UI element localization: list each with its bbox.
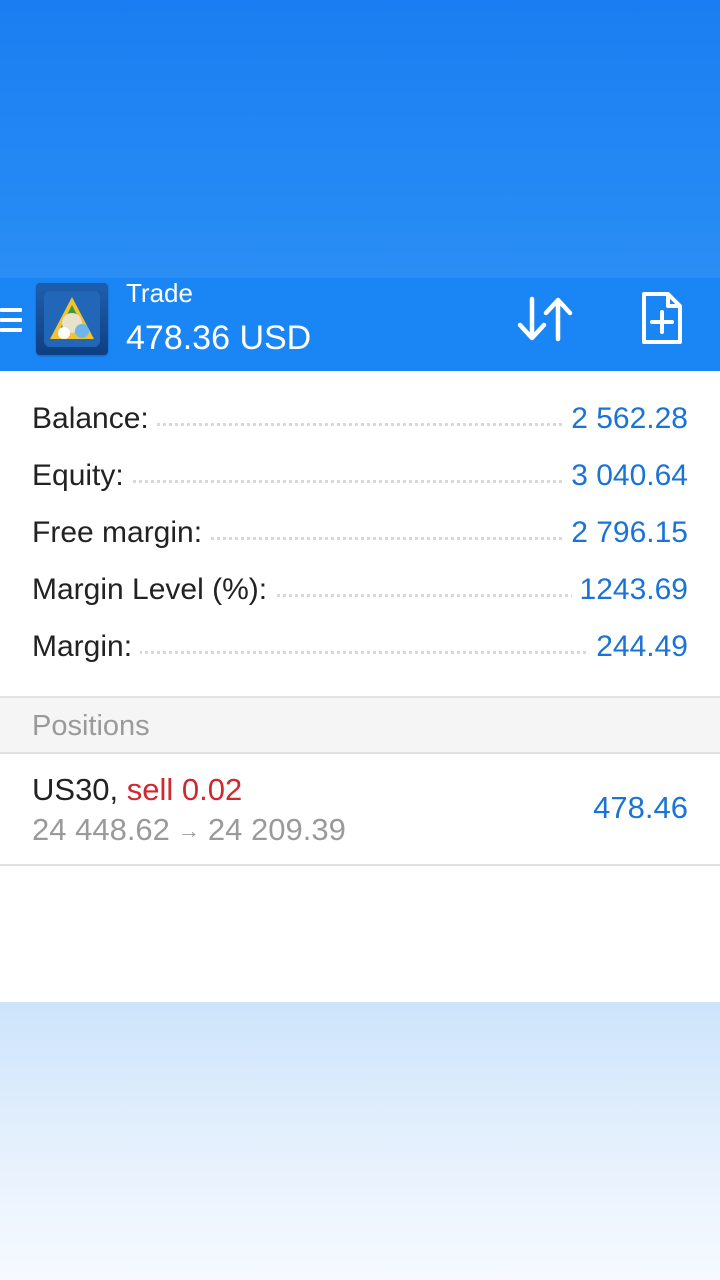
metatrader-logo-icon xyxy=(36,283,108,355)
margin-label: Margin: xyxy=(32,627,141,667)
free-margin-row: Free margin: 2 796.15 xyxy=(0,505,720,562)
equity-row: Equity: 3 040.64 xyxy=(0,448,720,505)
balance-label: Balance: xyxy=(32,399,157,439)
empty-list-area xyxy=(0,866,720,1002)
free-margin-value: 2 796.15 xyxy=(563,513,688,553)
margin-row: Margin: 244.49 xyxy=(0,619,720,676)
position-current-price: 24 209.39 xyxy=(207,812,346,847)
position-row[interactable]: US30, sell 0.02 24 448.62 → 24 209.39 478.… xyxy=(0,754,720,866)
app-bar: Trade 478.36 USD xyxy=(0,278,720,371)
free-margin-label: Free margin: xyxy=(32,513,211,553)
position-profit: 478.46 xyxy=(593,790,688,825)
margin-level-label: Margin Level (%): xyxy=(32,570,276,610)
position-side-volume: sell 0.02 xyxy=(126,772,243,807)
balance-value: 2 562.28 xyxy=(563,399,688,439)
bottom-background xyxy=(0,1002,720,1280)
position-prices: 24 448.62 → 24 209.39 xyxy=(32,810,346,853)
status-area-background xyxy=(0,0,720,278)
account-summary: Balance: 2 562.28 Equity: 3 040.64 Free … xyxy=(0,371,720,696)
position-summary: US30, sell 0.02 xyxy=(32,770,242,810)
equity-label: Equity: xyxy=(32,456,132,496)
floating-profit-total: 478.36 USD xyxy=(126,319,312,357)
margin-level-value: 1243.69 xyxy=(571,570,688,610)
hamburger-menu-icon[interactable] xyxy=(0,304,24,338)
balance-row: Balance: 2 562.28 xyxy=(0,391,720,448)
position-symbol: US30, xyxy=(32,772,119,807)
positions-section-title: Positions xyxy=(32,710,150,742)
margin-value: 244.49 xyxy=(588,627,688,667)
equity-value: 3 040.64 xyxy=(563,456,688,496)
margin-level-row: Margin Level (%): 1243.69 xyxy=(0,562,720,619)
sort-arrows-icon[interactable] xyxy=(514,293,574,345)
page-title: Trade xyxy=(126,278,193,308)
right-arrow-icon: → xyxy=(177,818,200,843)
new-order-icon[interactable] xyxy=(638,290,686,346)
position-open-price: 24 448.62 xyxy=(32,812,170,847)
positions-section-header: Positions xyxy=(0,696,720,754)
